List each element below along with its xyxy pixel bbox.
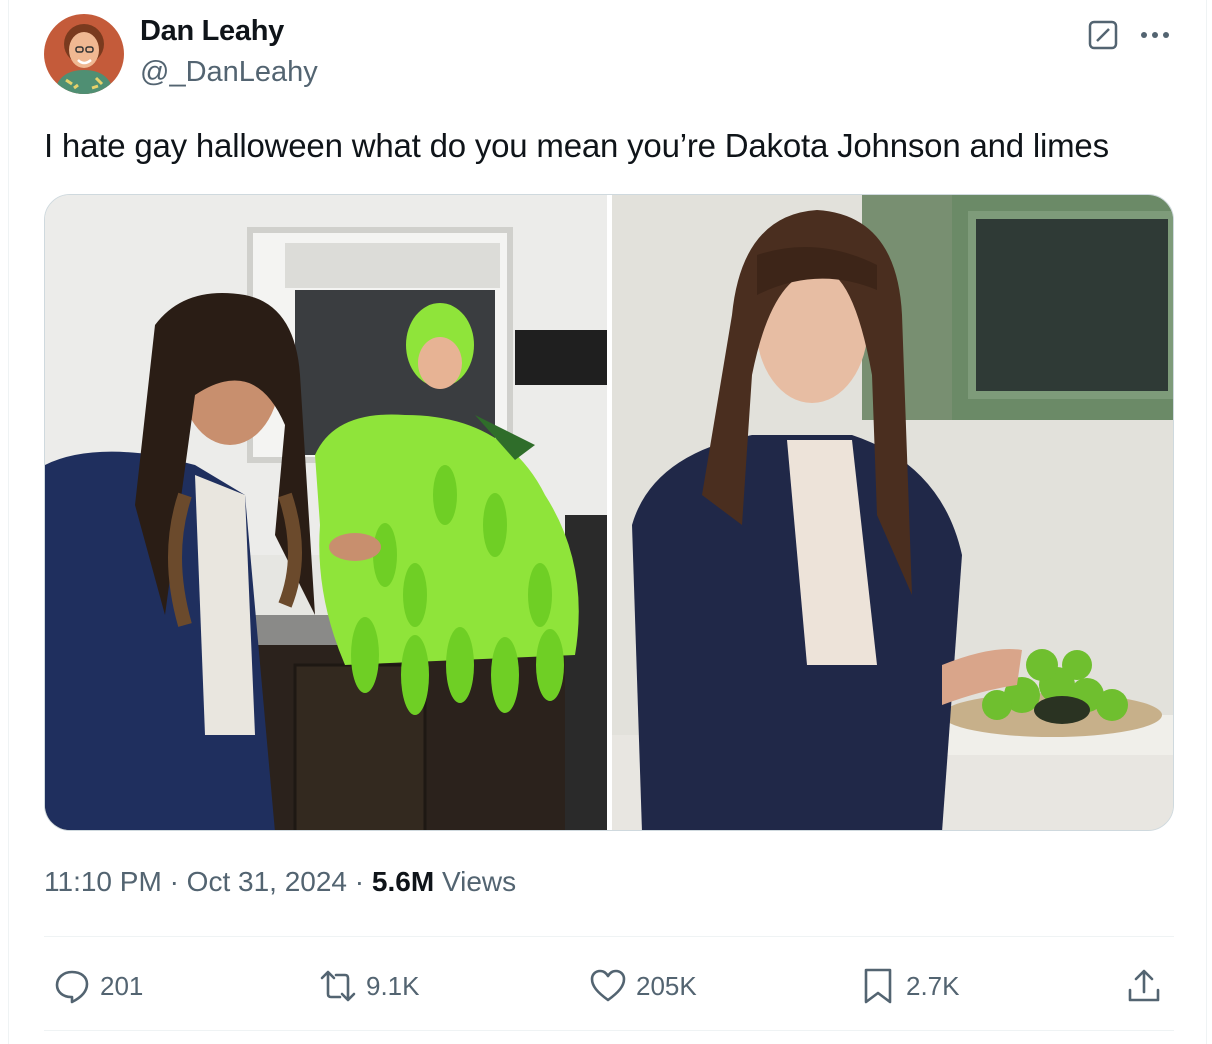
share-button[interactable] [1124,964,1172,1008]
bookmark-icon [864,968,892,1004]
divider [44,936,1174,937]
share-icon [1128,969,1160,1002]
avatar[interactable] [44,14,124,94]
repost-icon [320,970,356,1002]
tweet-media[interactable] [44,194,1174,831]
tweet-date[interactable]: Oct 31, 2024 [187,866,347,897]
user-handle[interactable]: @_DanLeahy [140,56,318,89]
grok-icon[interactable] [1088,20,1118,50]
divider [44,1030,1174,1031]
views-label: Views [441,866,517,897]
display-name[interactable]: Dan Leahy [140,15,284,48]
tweet-meta: 11:10 PM · Oct 31, 2024 · 5.6M Views [44,866,516,898]
bookmark-button[interactable]: 2.7K [858,964,960,1008]
media-photo-limes[interactable] [612,195,1173,830]
meta-separator: · [169,866,179,897]
like-count: 205K [636,970,697,1001]
tweet-text: I hate gay halloween what do you mean yo… [44,127,1109,164]
more-icon[interactable] [1138,20,1172,50]
bookmark-count: 2.7K [906,970,960,1001]
like-icon [590,969,626,1002]
meta-separator: · [354,866,365,897]
reply-count: 201 [100,970,144,1001]
tweet-time[interactable]: 11:10 PM [44,866,162,897]
reply-icon [55,970,89,1004]
media-photo-costumes[interactable] [45,195,607,830]
like-button[interactable]: 205K [588,964,697,1008]
reply-button[interactable]: 201 [52,964,143,1008]
repost-count: 9.1K [366,970,420,1001]
views-count: 5.6M [371,866,435,897]
repost-button[interactable]: 9.1K [318,964,420,1008]
